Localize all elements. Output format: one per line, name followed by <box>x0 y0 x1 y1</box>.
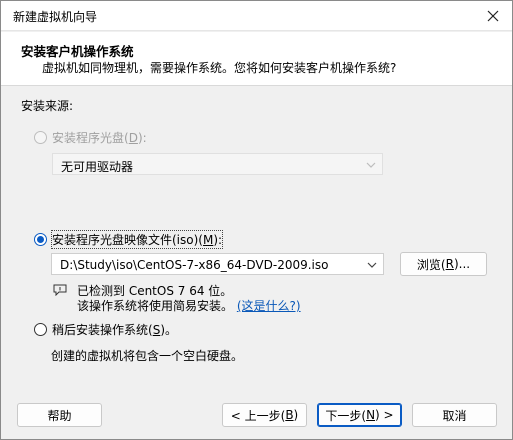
iso-radio[interactable] <box>34 233 47 246</box>
page-title: 安装客户机操作系统 <box>21 44 134 59</box>
close-button[interactable] <box>482 5 504 27</box>
easy-install-text: 该操作系统将使用简易安装。 <box>77 299 234 313</box>
next-button[interactable]: 下一步(N) > <box>317 403 402 427</box>
iso-option[interactable]: 安装程序光盘映像文件(iso)(M): <box>34 230 224 249</box>
easy-install-line: 该操作系统将使用简易安装。 (这是什么?) <box>77 297 301 314</box>
later-option[interactable]: 稍后安装操作系统(S)。 <box>34 321 177 338</box>
chevron-down-icon <box>366 162 376 168</box>
later-label: 稍后安装操作系统(S)。 <box>52 323 177 337</box>
whats-this-link[interactable]: (这是什么?) <box>237 299 301 313</box>
close-icon <box>487 10 499 22</box>
cancel-button[interactable]: 取消 <box>412 403 497 427</box>
disc-drive-select[interactable]: 无可用驱动器 <box>52 153 383 175</box>
install-source-label: 安装来源: <box>21 99 74 113</box>
page-subtitle: 虚拟机如同物理机，需要操作系统。您将如何安装客户机操作系统? <box>42 61 397 75</box>
disc-drive-value: 无可用驱动器 <box>61 160 134 174</box>
iso-label: 安装程序光盘映像文件(iso)(M): <box>50 230 224 249</box>
later-description: 创建的虚拟机将包含一个空白硬盘。 <box>51 349 244 363</box>
wizard-window: 新建虚拟机向导 安装客户机操作系统 虚拟机如同物理机，需要操作系统。您将如何安装… <box>0 0 513 440</box>
info-icon <box>53 284 67 296</box>
disc-option[interactable]: 安装程序光盘(D): <box>34 129 147 146</box>
back-button[interactable]: < 上一步(B) <box>222 403 307 427</box>
disc-label: 安装程序光盘(D): <box>52 131 147 145</box>
wizard-header: 安装客户机操作系统 虚拟机如同物理机，需要操作系统。您将如何安装客户机操作系统? <box>1 32 512 86</box>
iso-path-combobox[interactable]: D:\Study\iso\CentOS-7-x86_64-DVD-2009.is… <box>51 253 384 275</box>
disc-radio[interactable] <box>34 131 47 144</box>
iso-path-value: D:\Study\iso\CentOS-7-x86_64-DVD-2009.is… <box>60 258 329 272</box>
chevron-down-icon <box>367 262 377 268</box>
help-button[interactable]: 帮助 <box>17 403 102 427</box>
title-bar: 新建虚拟机向导 <box>1 1 512 31</box>
browse-button[interactable]: 浏览(R)... <box>400 252 487 276</box>
window-title: 新建虚拟机向导 <box>13 10 98 24</box>
later-radio[interactable] <box>34 323 47 336</box>
